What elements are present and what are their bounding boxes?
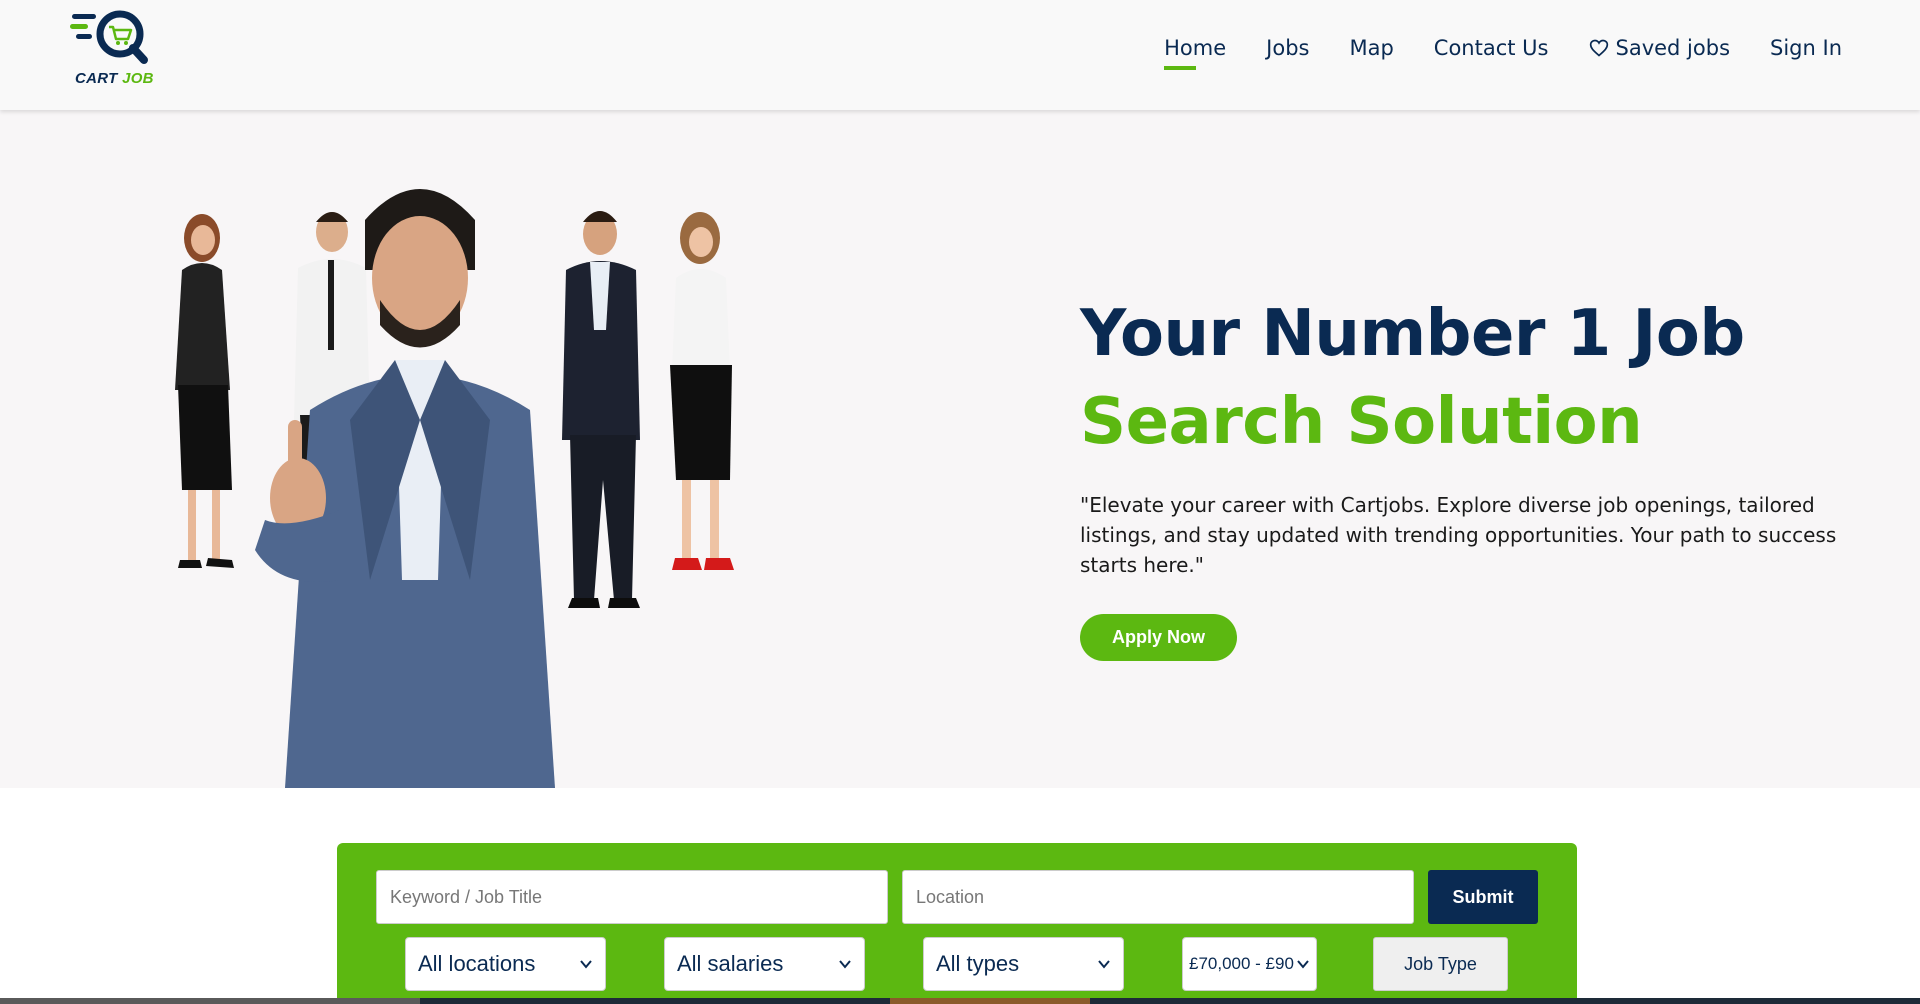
job-search-panel: Keyword / Job Title Location Submit All … [337, 843, 1577, 1004]
nav-contact-us[interactable]: Contact Us [1434, 36, 1549, 70]
hero-title-line2: Search Solution [1080, 385, 1643, 459]
chevron-down-icon [1098, 960, 1110, 969]
hero-description: "Elevate your career with Cartjobs. Expl… [1080, 493, 1837, 577]
site-header: CART JOB Home Jobs Map Contact Us Saved … [0, 0, 1920, 110]
job-type-button[interactable]: Job Type [1373, 937, 1508, 991]
bottom-strip [0, 998, 1920, 1004]
location-input[interactable]: Location [902, 870, 1414, 924]
type-select[interactable]: All types [923, 937, 1124, 991]
salary-range-select-value: £70,000 - £90 [1189, 954, 1294, 973]
salary-select-value: All salaries [677, 951, 784, 976]
cart-job-logo-icon [70, 10, 148, 64]
bottom-strip-segment [0, 998, 420, 1004]
nav-home[interactable]: Home [1164, 36, 1226, 70]
bottom-strip-segment [890, 998, 1090, 1004]
nav-map[interactable]: Map [1349, 36, 1393, 70]
hero-section: Your Number 1 Job Search Solution "Eleva… [0, 110, 1920, 788]
hero-business-people-image [175, 189, 734, 788]
chevron-down-icon [839, 960, 851, 969]
nav-sign-in[interactable]: Sign In [1770, 36, 1842, 70]
location-select-value: All locations [418, 951, 536, 976]
salary-range-select[interactable]: £70,000 - £90 [1182, 937, 1317, 991]
nav-saved-jobs[interactable]: Saved jobs [1589, 36, 1730, 70]
keyword-input[interactable]: Keyword / Job Title [376, 870, 888, 924]
chevron-down-icon [580, 960, 592, 969]
heart-icon [1589, 38, 1609, 58]
location-select[interactable]: All locations [405, 937, 606, 991]
main-nav: Home Jobs Map Contact Us Saved jobs Sign… [1164, 36, 1842, 70]
salary-select[interactable]: All salaries [664, 937, 865, 991]
apply-now-button[interactable]: Apply Now [1080, 614, 1237, 661]
chevron-down-icon [1297, 960, 1309, 969]
submit-button[interactable]: Submit [1428, 870, 1538, 924]
logo-text: CART JOB [75, 70, 154, 87]
hero-text: Your Number 1 Job Search Solution "Eleva… [1080, 290, 1860, 661]
nav-jobs[interactable]: Jobs [1266, 36, 1309, 70]
logo[interactable]: CART JOB [70, 8, 160, 88]
type-select-value: All types [936, 951, 1020, 976]
hero-title-line1: Your Number 1 Job [1080, 297, 1745, 371]
